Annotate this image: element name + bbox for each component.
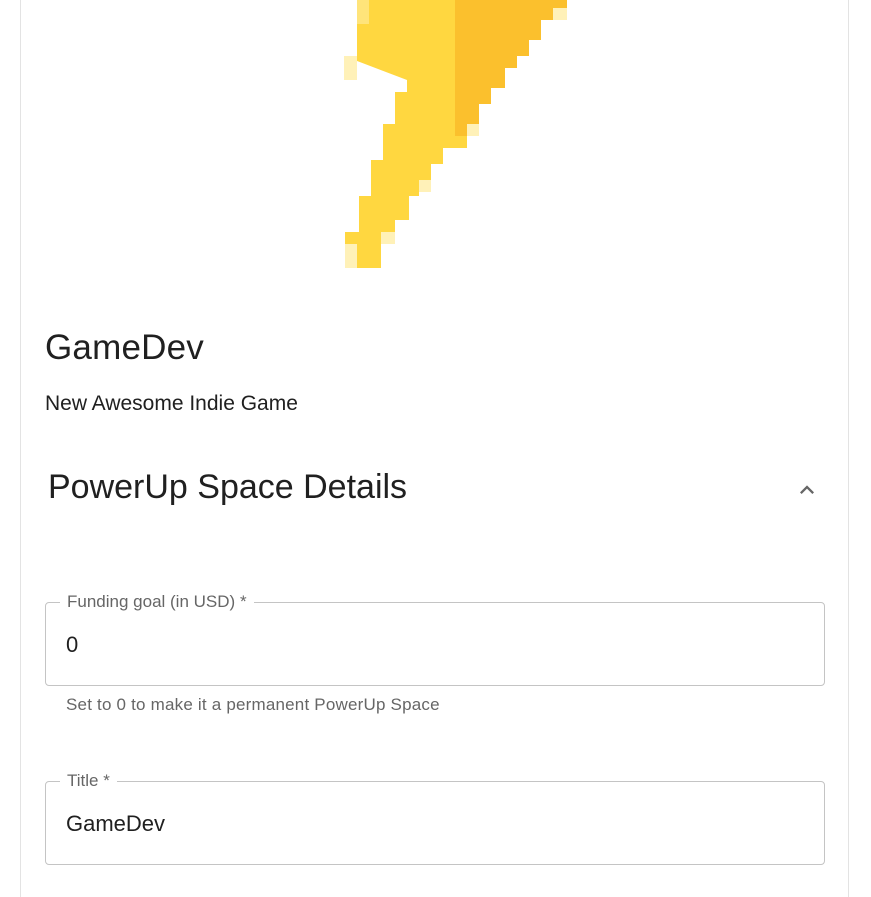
funding-goal-field: Funding goal (in USD) *: [45, 591, 825, 686]
space-card: GameDev New Awesome Indie Game PowerUp S…: [20, 0, 849, 897]
space-subtitle: New Awesome Indie Game: [45, 392, 298, 415]
details-heading: PowerUp Space Details: [48, 468, 408, 506]
title-input[interactable]: [66, 809, 796, 839]
lightning-bolt-icon: [321, 0, 581, 272]
title-label: Title *: [60, 770, 117, 792]
funding-goal-input[interactable]: [66, 630, 796, 660]
title-field: Title *: [45, 770, 825, 865]
funding-goal-label-text: Funding goal (in USD): [67, 592, 236, 611]
details-accordion-header[interactable]: PowerUp Space Details: [21, 460, 848, 516]
chevron-up-icon[interactable]: [793, 476, 821, 504]
funding-goal-helper-text: Set to 0 to make it a permanent PowerUp …: [66, 695, 440, 714]
title-label-text: Title: [67, 771, 99, 790]
funding-goal-required-marker: *: [239, 592, 247, 611]
title-required-marker: *: [103, 771, 110, 790]
space-title: GameDev: [45, 328, 204, 367]
funding-goal-label: Funding goal (in USD) *: [60, 591, 254, 613]
